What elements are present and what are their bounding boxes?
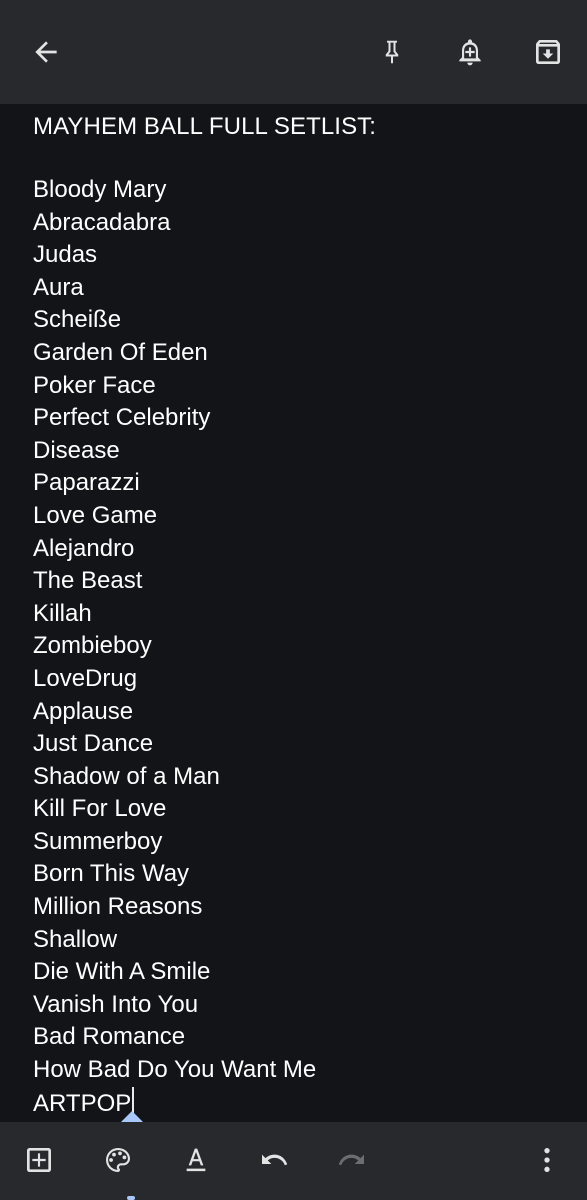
bottom-toolbar bbox=[0, 1122, 587, 1200]
list-item: Summerboy bbox=[33, 827, 163, 855]
list-item: Shadow of a Man bbox=[33, 762, 220, 790]
more-options-button[interactable] bbox=[525, 1138, 569, 1182]
list-item: Vanish Into You bbox=[33, 990, 199, 1018]
pin-icon bbox=[385, 40, 399, 64]
list-item: Paparazzi bbox=[33, 469, 140, 497]
undo-button[interactable] bbox=[252, 1138, 296, 1182]
palette-icon bbox=[106, 1148, 130, 1172]
list-item: Abracadabra bbox=[33, 208, 171, 236]
pin-button[interactable] bbox=[370, 30, 414, 74]
back-button[interactable] bbox=[24, 30, 68, 74]
add-box-icon bbox=[27, 1148, 51, 1172]
list-item: Million Reasons bbox=[33, 893, 203, 921]
list-item: Perfect Celebrity bbox=[33, 404, 211, 432]
add-alert-icon bbox=[459, 39, 481, 66]
list-item: Zombieboy bbox=[33, 632, 152, 660]
list-item: Garden Of Eden bbox=[33, 338, 208, 366]
list-item: Killah bbox=[33, 599, 92, 627]
list-item-last: ARTPOP bbox=[33, 1086, 573, 1121]
list-item: Alejandro bbox=[33, 534, 135, 562]
undo-icon bbox=[262, 1154, 288, 1166]
list-item: Aura bbox=[33, 273, 84, 301]
list-item: Applause bbox=[33, 697, 134, 725]
list-item: Born This Way bbox=[33, 860, 190, 888]
list-item: Disease bbox=[33, 436, 120, 464]
note-body[interactable]: Bloody Mary Abracadabra Judas Aura Schei… bbox=[33, 174, 573, 1120]
list-item: Poker Face bbox=[33, 371, 156, 399]
top-app-bar bbox=[0, 0, 587, 104]
list-item: Love Game bbox=[33, 501, 158, 529]
list-item-text: ARTPOP bbox=[33, 1089, 132, 1117]
note-title[interactable]: MAYHEM BALL FULL SETLIST: bbox=[33, 112, 376, 142]
list-item: Bloody Mary bbox=[33, 176, 167, 203]
redo-icon bbox=[338, 1154, 364, 1166]
add-content-button[interactable] bbox=[17, 1138, 61, 1182]
text-format-icon bbox=[186, 1148, 206, 1172]
archive-button[interactable] bbox=[526, 30, 570, 74]
list-item: The Beast bbox=[33, 567, 143, 595]
list-item: Bad Romance bbox=[33, 1023, 186, 1051]
list-item: Die With A Smile bbox=[33, 958, 211, 986]
reminder-button[interactable] bbox=[448, 30, 492, 74]
list-item: Shallow bbox=[33, 925, 118, 953]
redo-button[interactable] bbox=[330, 1138, 374, 1182]
more-vert-icon bbox=[544, 1148, 550, 1172]
page-indicator bbox=[127, 1196, 135, 1200]
list-item: LoveDrug bbox=[33, 664, 138, 692]
text-format-button[interactable] bbox=[174, 1138, 218, 1182]
background-options-button[interactable] bbox=[96, 1138, 140, 1182]
list-item: Scheiße bbox=[33, 306, 122, 334]
arrow-back-icon bbox=[35, 41, 57, 63]
list-item: How Bad Do You Want Me bbox=[33, 1056, 317, 1084]
note-editor[interactable]: MAYHEM BALL FULL SETLIST: Bloody Mary Ab… bbox=[0, 104, 587, 1122]
list-item: Just Dance bbox=[33, 730, 154, 758]
list-item: Kill For Love bbox=[33, 795, 167, 823]
archive-icon bbox=[536, 40, 560, 64]
list-item: Judas bbox=[33, 241, 98, 269]
